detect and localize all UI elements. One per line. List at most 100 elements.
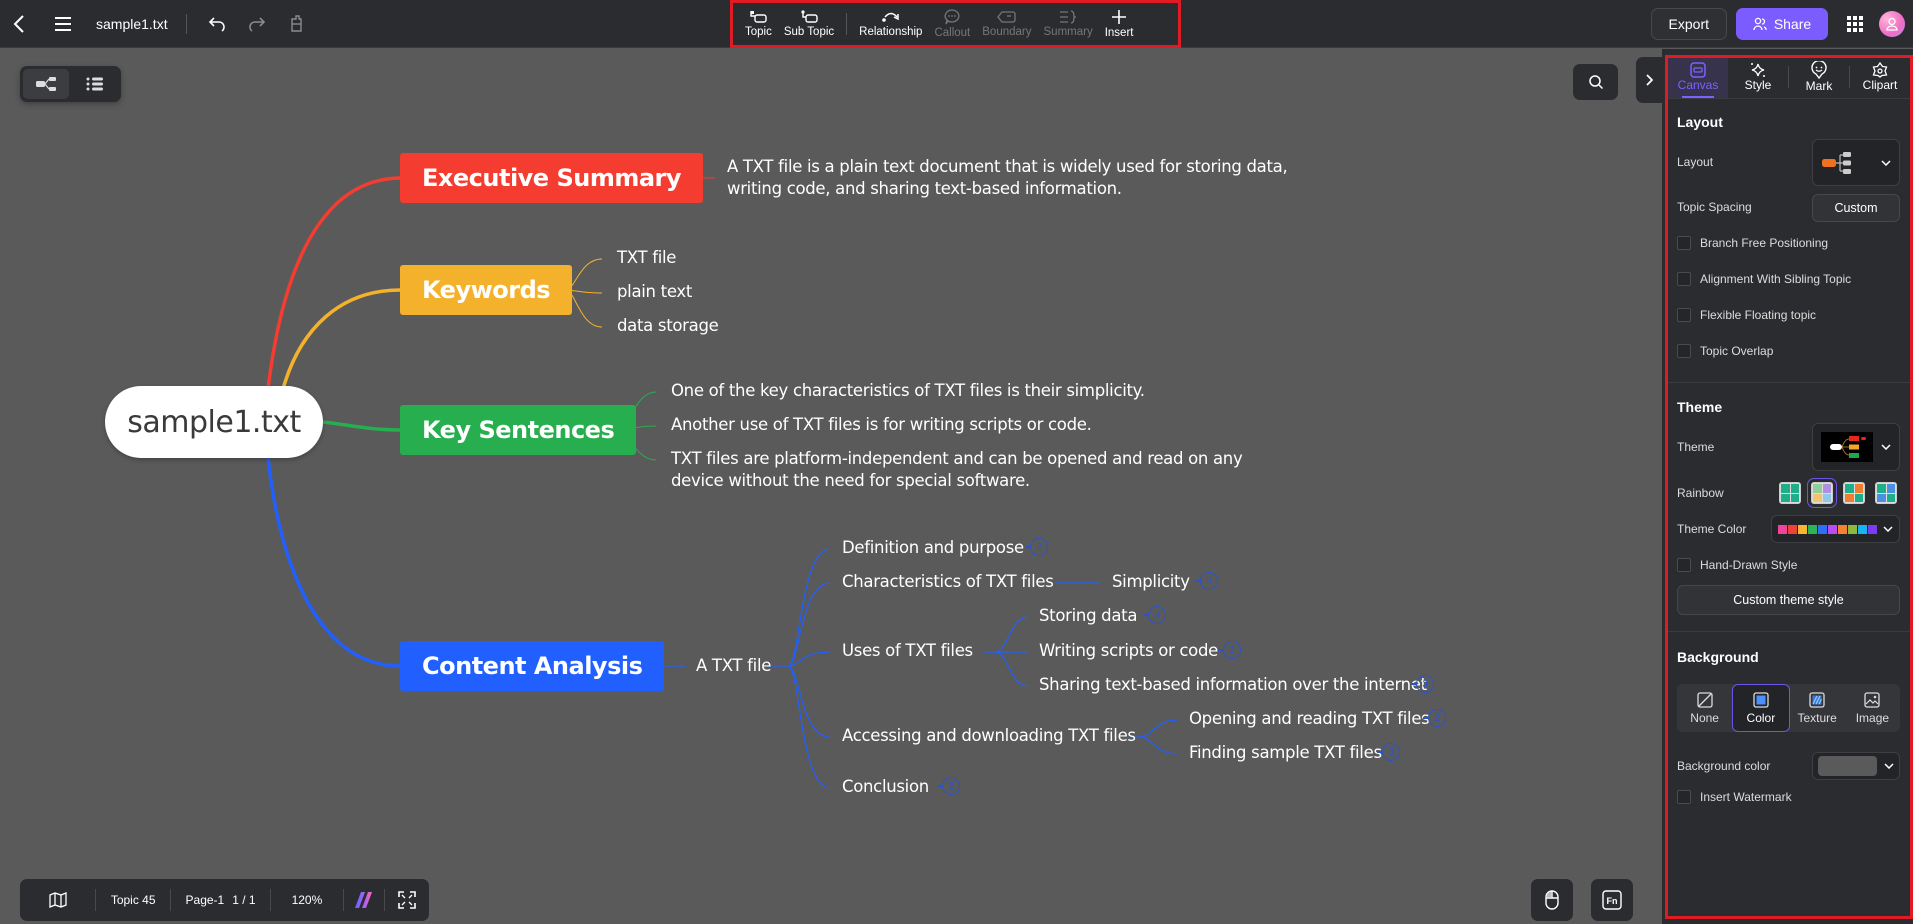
menu-button[interactable] <box>46 0 80 48</box>
rainbow-option[interactable] <box>1807 478 1837 508</box>
subtopic-finding-samples[interactable]: Finding sample TXT files <box>1189 742 1382 764</box>
summary-tool[interactable]: Summary <box>1038 3 1099 45</box>
tab-canvas[interactable]: Canvas <box>1668 55 1728 98</box>
avatar[interactable] <box>1879 11 1905 37</box>
root-topic[interactable]: sample1.txt <box>105 386 323 458</box>
subtopic-sentence[interactable]: One of the key characteristics of TXT fi… <box>671 380 1145 402</box>
main-topic-executive-summary[interactable]: Executive Summary <box>400 153 704 203</box>
subtopic-accessing[interactable]: Accessing and downloading TXT files <box>842 725 1136 747</box>
subtopic-characteristics[interactable]: Characteristics of TXT files <box>842 571 1054 593</box>
undo-button[interactable] <box>197 0 237 48</box>
function-keys-button[interactable]: Fn <box>1591 879 1633 921</box>
sub-line <box>1139 736 1179 755</box>
rainbow-option[interactable] <box>1779 482 1801 504</box>
subtopic-writing-scripts[interactable]: Writing scripts or code <box>1039 640 1218 662</box>
callout-tool[interactable]: Callout <box>928 3 976 45</box>
mindmap-canvas[interactable]: sample1.txt Executive Summary A TXT file… <box>0 49 1662 924</box>
rainbow-option[interactable] <box>1875 482 1897 504</box>
subtopic-sharing-info[interactable]: Sharing text-based information over the … <box>1039 674 1427 696</box>
divider <box>846 13 848 35</box>
theme-color-swatch <box>1818 524 1827 534</box>
collapse-badge[interactable]: 3 <box>1143 606 1166 624</box>
none-icon <box>1696 691 1713 708</box>
subtopic-keyword[interactable]: data storage <box>617 315 719 337</box>
collapse-badge[interactable]: 2 <box>1025 538 1048 556</box>
subtopic-a-txt-file[interactable]: A TXT file <box>696 655 771 677</box>
redo-button[interactable] <box>237 0 277 48</box>
subtopic-opening-reading[interactable]: Opening and reading TXT files <box>1189 708 1430 730</box>
subtopic-summary-text[interactable]: A TXT file is a plain text document that… <box>727 156 1317 200</box>
theme-color-swatch <box>1838 524 1847 534</box>
boundary-tool[interactable]: Boundary <box>976 3 1037 45</box>
bg-option-image[interactable]: Image <box>1845 684 1900 732</box>
relationship-tool[interactable]: Relationship <box>853 3 928 45</box>
collapse-badge[interactable]: 3 <box>1195 572 1218 590</box>
ai-button[interactable] <box>344 879 385 921</box>
subtopic-keyword[interactable]: TXT file <box>617 247 676 269</box>
file-title[interactable]: sample1.txt <box>96 16 168 32</box>
topic-label: Topic <box>745 26 772 38</box>
subtopic-storing-data[interactable]: Storing data <box>1039 605 1137 627</box>
share-button[interactable]: Share <box>1736 8 1828 40</box>
collapse-badge[interactable]: 2 <box>937 777 960 795</box>
collapse-badge[interactable]: 3 <box>1377 743 1400 761</box>
subtopic-simplicity[interactable]: Simplicity <box>1112 571 1190 593</box>
mindmap-view-button[interactable] <box>23 69 69 99</box>
tab-clipart[interactable]: Clipart <box>1850 55 1910 98</box>
custom-theme-style-button[interactable]: Custom theme style <box>1677 585 1900 615</box>
insert-tool[interactable]: Insert <box>1099 3 1140 45</box>
page-indicator[interactable]: Page-1 1 / 1 <box>171 879 270 921</box>
mouse-mode-button[interactable] <box>1531 879 1573 921</box>
checkbox[interactable] <box>1677 236 1691 250</box>
theme-select[interactable] <box>1812 423 1900 471</box>
plus-icon <box>1112 10 1127 24</box>
alignment-sibling-checkbox[interactable]: Alignment With Sibling Topic <box>1677 272 1851 286</box>
collapse-badge[interactable]: 2 <box>1423 709 1446 727</box>
texture-icon <box>1809 691 1825 708</box>
checkbox[interactable] <box>1677 558 1691 572</box>
branch-free-positioning-checkbox[interactable]: Branch Free Positioning <box>1677 236 1828 250</box>
bg-option-texture[interactable]: Texture <box>1790 684 1845 732</box>
collapse-panel-button[interactable] <box>1636 57 1662 103</box>
collapse-badge[interactable]: 3 <box>1411 675 1434 693</box>
export-button[interactable]: Export <box>1650 8 1727 40</box>
map-overview-button[interactable] <box>20 879 95 921</box>
layout-select[interactable] <box>1812 139 1900 186</box>
apps-button[interactable] <box>1837 6 1873 42</box>
main-topic-key-sentences[interactable]: Key Sentences <box>400 405 637 455</box>
subtopic-tool[interactable]: Sub Topic <box>778 3 840 45</box>
collapse-badge[interactable]: 3 <box>1218 641 1241 659</box>
theme-color-select[interactable] <box>1771 515 1900 543</box>
checkbox[interactable] <box>1677 790 1691 804</box>
search-button[interactable] <box>1573 64 1618 100</box>
bg-option-label: Texture <box>1797 710 1837 725</box>
subtopic-uses[interactable]: Uses of TXT files <box>842 640 973 662</box>
insert-watermark-checkbox[interactable]: Insert Watermark <box>1677 790 1792 804</box>
checkbox[interactable] <box>1677 272 1691 286</box>
subtopic-keyword[interactable]: plain text <box>617 281 692 303</box>
topic-spacing-button[interactable]: Custom <box>1812 194 1900 222</box>
checkbox[interactable] <box>1677 308 1691 322</box>
tab-mark[interactable]: Mark <box>1789 55 1849 98</box>
bg-option-color[interactable]: Color <box>1732 684 1790 732</box>
hand-drawn-style-checkbox[interactable]: Hand-Drawn Style <box>1677 558 1797 572</box>
flexible-floating-checkbox[interactable]: Flexible Floating topic <box>1677 308 1816 322</box>
topic-tool[interactable]: Topic <box>739 3 778 45</box>
back-button[interactable] <box>2 0 36 48</box>
outline-view-button[interactable] <box>72 69 118 99</box>
tab-style[interactable]: Style <box>1728 55 1788 98</box>
checkbox[interactable] <box>1677 344 1691 358</box>
fullscreen-button[interactable] <box>385 879 429 921</box>
format-painter-button[interactable] <box>277 0 317 48</box>
main-topic-content-analysis[interactable]: Content Analysis <box>400 641 665 691</box>
bg-option-none[interactable]: None <box>1677 684 1732 732</box>
subtopic-sentence[interactable]: TXT files are platform-independent and c… <box>671 448 1271 492</box>
subtopic-sentence[interactable]: Another use of TXT files is for writing … <box>671 414 1092 436</box>
main-topic-keywords[interactable]: Keywords <box>400 265 573 315</box>
rainbow-option[interactable] <box>1843 482 1865 504</box>
subtopic-definition[interactable]: Definition and purpose <box>842 537 1024 559</box>
subtopic-conclusion[interactable]: Conclusion <box>842 776 929 798</box>
zoom-level[interactable]: 120% <box>271 879 342 921</box>
background-color-select[interactable] <box>1812 752 1900 780</box>
topic-overlap-checkbox[interactable]: Topic Overlap <box>1677 344 1773 358</box>
